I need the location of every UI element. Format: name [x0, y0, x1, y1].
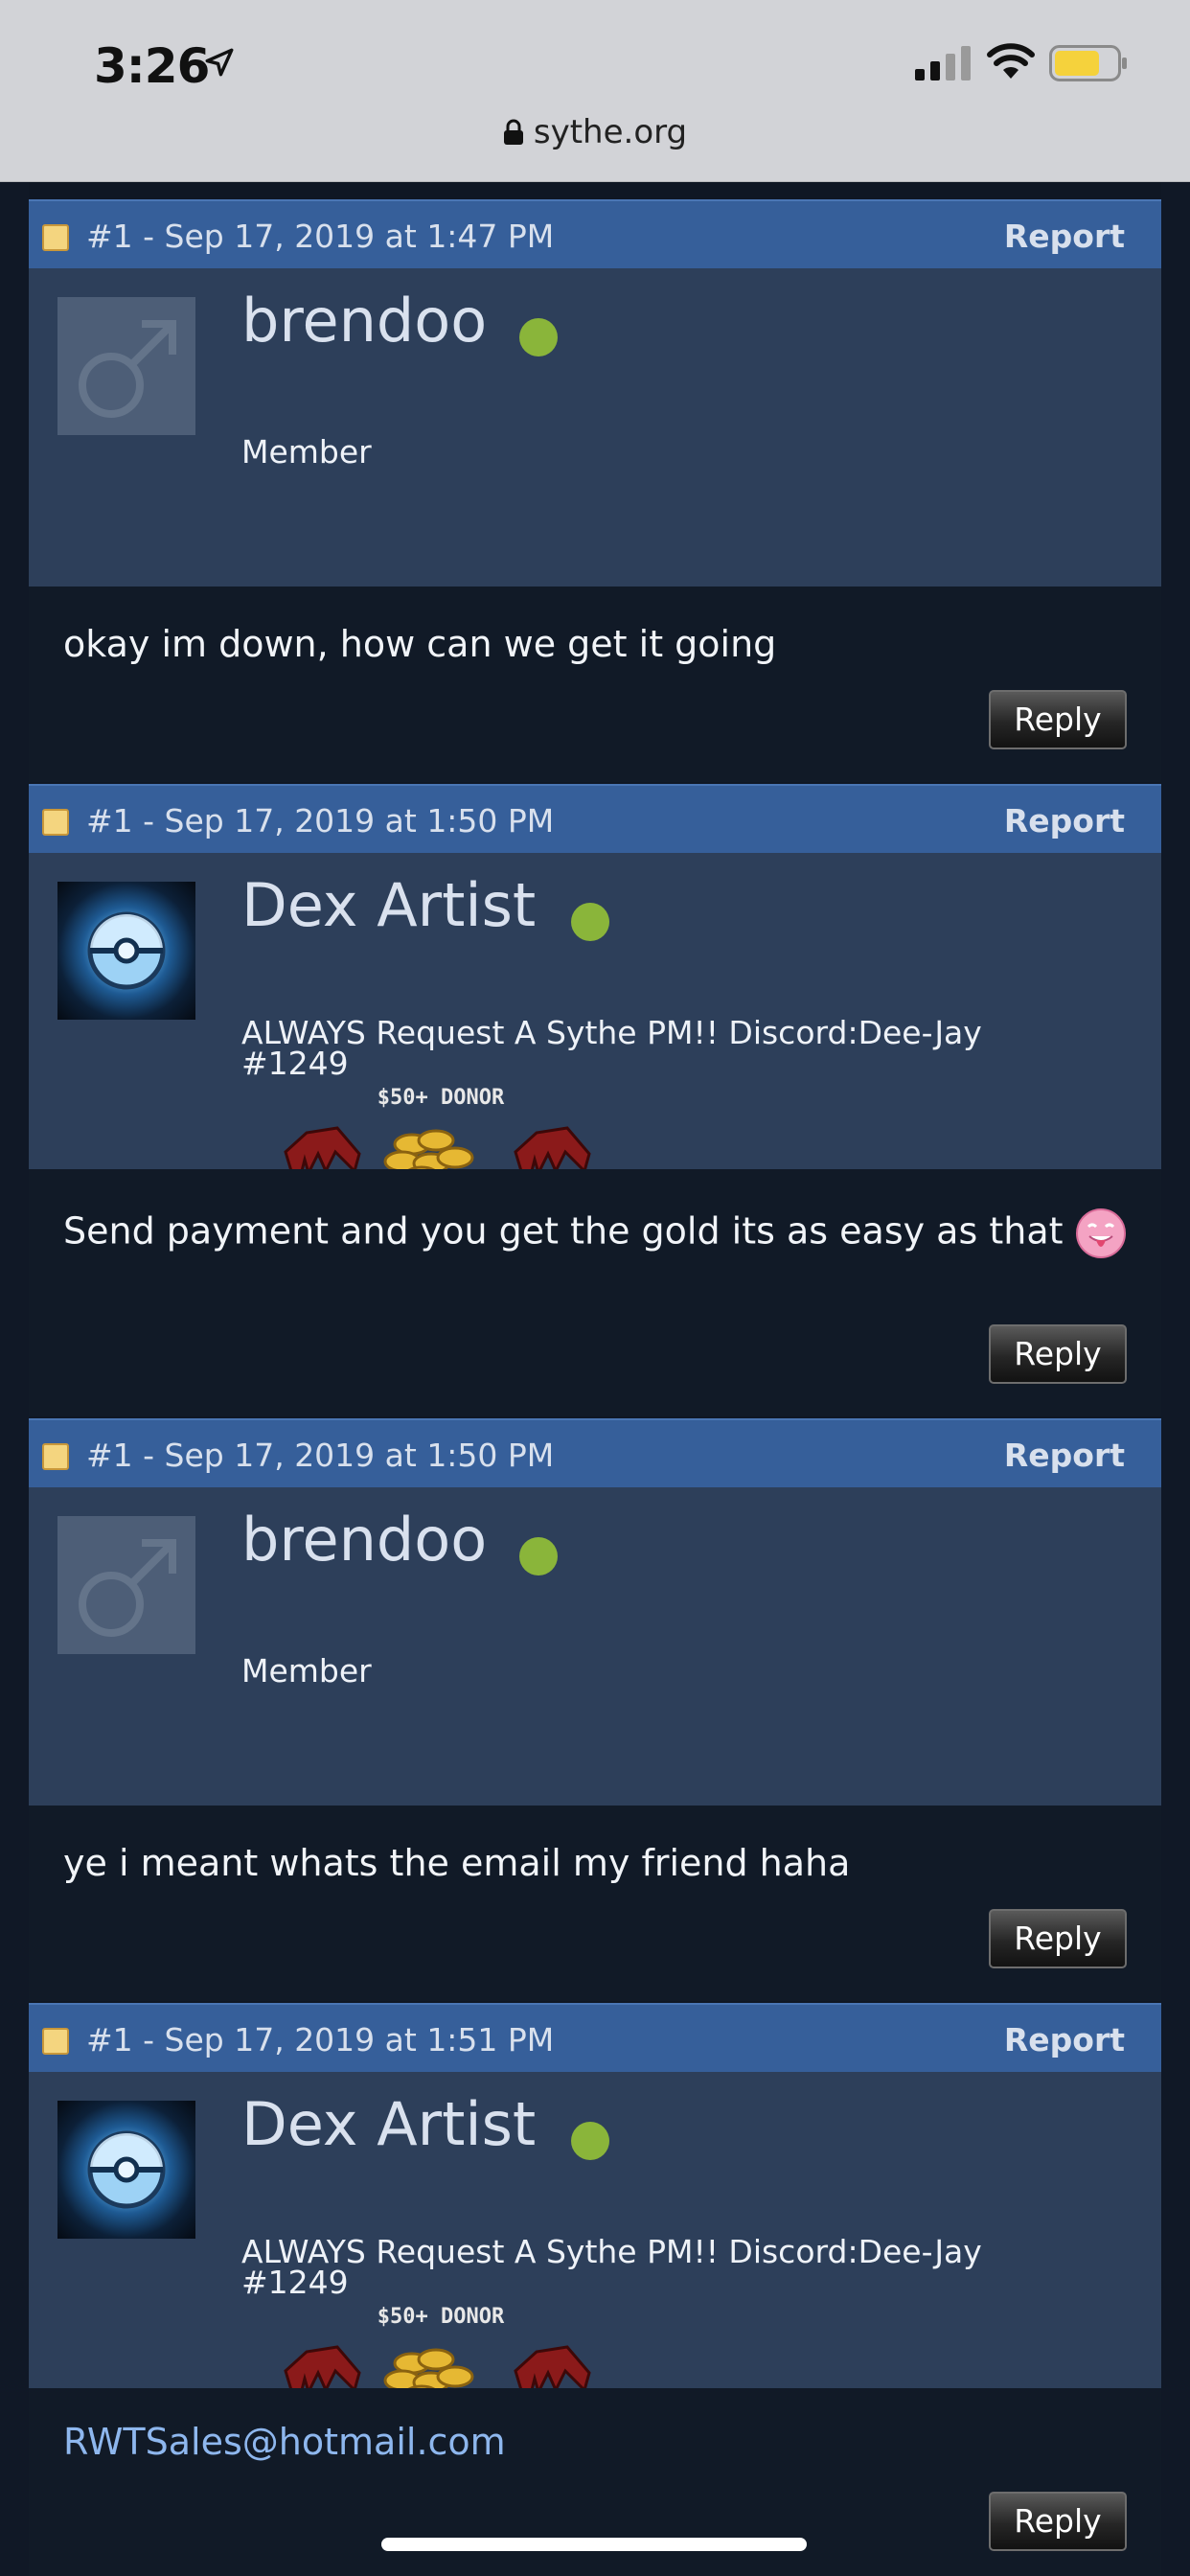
- user-title: #1249: [241, 1045, 349, 1082]
- user-title: ALWAYS Request A Sythe PM!! Discord:Dee-…: [241, 1014, 982, 1051]
- post-body: okay im down, how can we get it going Re…: [29, 586, 1161, 782]
- post: #1 - Sep 17, 2019 at 1:51 PM Report Dex …: [29, 2003, 1161, 2576]
- user-panel: Dex Artist ALWAYS Request A Sythe PM!! D…: [29, 2072, 1161, 2415]
- avatar[interactable]: [57, 882, 195, 1020]
- lock-icon: [503, 119, 523, 145]
- cellular-signal-icon: [915, 46, 971, 80]
- post-message: ye i meant whats the email my friend hah…: [63, 1842, 851, 1884]
- address-bar[interactable]: sythe.org: [0, 113, 1190, 151]
- clock: 3:26: [94, 38, 210, 94]
- username-link[interactable]: brendoo: [241, 286, 487, 356]
- pokeball-icon: [87, 911, 166, 990]
- post-header: #1 - Sep 17, 2019 at 1:50 PM Report: [29, 784, 1161, 853]
- post-body: ye i meant whats the email my friend hah…: [29, 1806, 1161, 2001]
- right-margin: [1161, 182, 1190, 2576]
- online-status-indicator: [571, 2122, 609, 2160]
- post-permalink[interactable]: #1 - Sep 17, 2019 at 1:47 PM: [86, 218, 554, 255]
- post-header: #1 - Sep 17, 2019 at 1:50 PM Report: [29, 1418, 1161, 1487]
- post-icon: [42, 2028, 69, 2055]
- username-link[interactable]: Dex Artist: [241, 2089, 536, 2159]
- post-header: #1 - Sep 17, 2019 at 1:51 PM Report: [29, 2003, 1161, 2072]
- online-status-indicator: [571, 903, 609, 941]
- male-symbol-icon: [79, 1539, 176, 1637]
- user-panel: brendoo Member: [29, 268, 1161, 586]
- reply-button[interactable]: Reply: [989, 690, 1127, 749]
- post-icon: [42, 1443, 69, 1470]
- report-link[interactable]: Report: [1004, 218, 1125, 255]
- user-title: Member: [241, 433, 372, 471]
- post-icon: [42, 809, 69, 836]
- avatar[interactable]: [57, 297, 195, 435]
- post-message-text: Send payment and you get the gold its as…: [63, 1209, 1064, 1253]
- post-permalink[interactable]: #1 - Sep 17, 2019 at 1:50 PM: [86, 802, 554, 840]
- post-message: Send payment and you get the gold its as…: [63, 1208, 1127, 1259]
- post: #1 - Sep 17, 2019 at 1:50 PM Report Dex …: [29, 784, 1161, 1416]
- online-status-indicator: [519, 318, 558, 356]
- reply-button[interactable]: Reply: [989, 1324, 1127, 1384]
- post-message: okay im down, how can we get it going: [63, 623, 777, 665]
- report-link[interactable]: Report: [1004, 2021, 1125, 2058]
- online-status-indicator: [519, 1537, 558, 1576]
- post-permalink[interactable]: #1 - Sep 17, 2019 at 1:51 PM: [86, 2021, 554, 2058]
- post: #1 - Sep 17, 2019 at 1:47 PM Report bren…: [29, 199, 1161, 782]
- tongue-emoji-icon: [1075, 1208, 1126, 1258]
- report-link[interactable]: Report: [1004, 802, 1125, 840]
- status-bar: 3:26 sythe.org: [0, 0, 1190, 182]
- user-title: #1249: [241, 2264, 349, 2301]
- pokeball-icon: [87, 2130, 166, 2209]
- donor-badge-label: $50+ DONOR: [378, 1086, 505, 1110]
- report-link[interactable]: Report: [1004, 1437, 1125, 1474]
- avatar[interactable]: [57, 2101, 195, 2239]
- post-body: Send payment and you get the gold its as…: [29, 1169, 1161, 1416]
- user-title: Member: [241, 1652, 372, 1690]
- post-header: #1 - Sep 17, 2019 at 1:47 PM Report: [29, 199, 1161, 268]
- post-permalink[interactable]: #1 - Sep 17, 2019 at 1:50 PM: [86, 1437, 554, 1474]
- url-text: sythe.org: [533, 113, 688, 151]
- wifi-icon: [987, 43, 1035, 79]
- location-arrow-icon: [205, 48, 234, 77]
- user-panel: Dex Artist ALWAYS Request A Sythe PM!! D…: [29, 853, 1161, 1196]
- post: #1 - Sep 17, 2019 at 1:50 PM Report bren…: [29, 1418, 1161, 2001]
- home-indicator[interactable]: [381, 2538, 807, 2551]
- user-panel: brendoo Member: [29, 1487, 1161, 1806]
- post-icon: [42, 224, 69, 251]
- male-symbol-icon: [79, 320, 176, 418]
- reply-button[interactable]: Reply: [989, 2492, 1127, 2551]
- email-link[interactable]: RWTSales@hotmail.com: [63, 2421, 506, 2463]
- username-link[interactable]: brendoo: [241, 1505, 487, 1575]
- avatar[interactable]: [57, 1516, 195, 1654]
- post-message: RWTSales@hotmail.com: [63, 2419, 1127, 2465]
- reply-button[interactable]: Reply: [989, 1909, 1127, 1968]
- username-link[interactable]: Dex Artist: [241, 870, 536, 940]
- battery-icon: [1049, 45, 1127, 81]
- donor-badge-label: $50+ DONOR: [378, 2305, 505, 2329]
- left-margin: [0, 182, 29, 2576]
- user-title: ALWAYS Request A Sythe PM!! Discord:Dee-…: [241, 2233, 982, 2270]
